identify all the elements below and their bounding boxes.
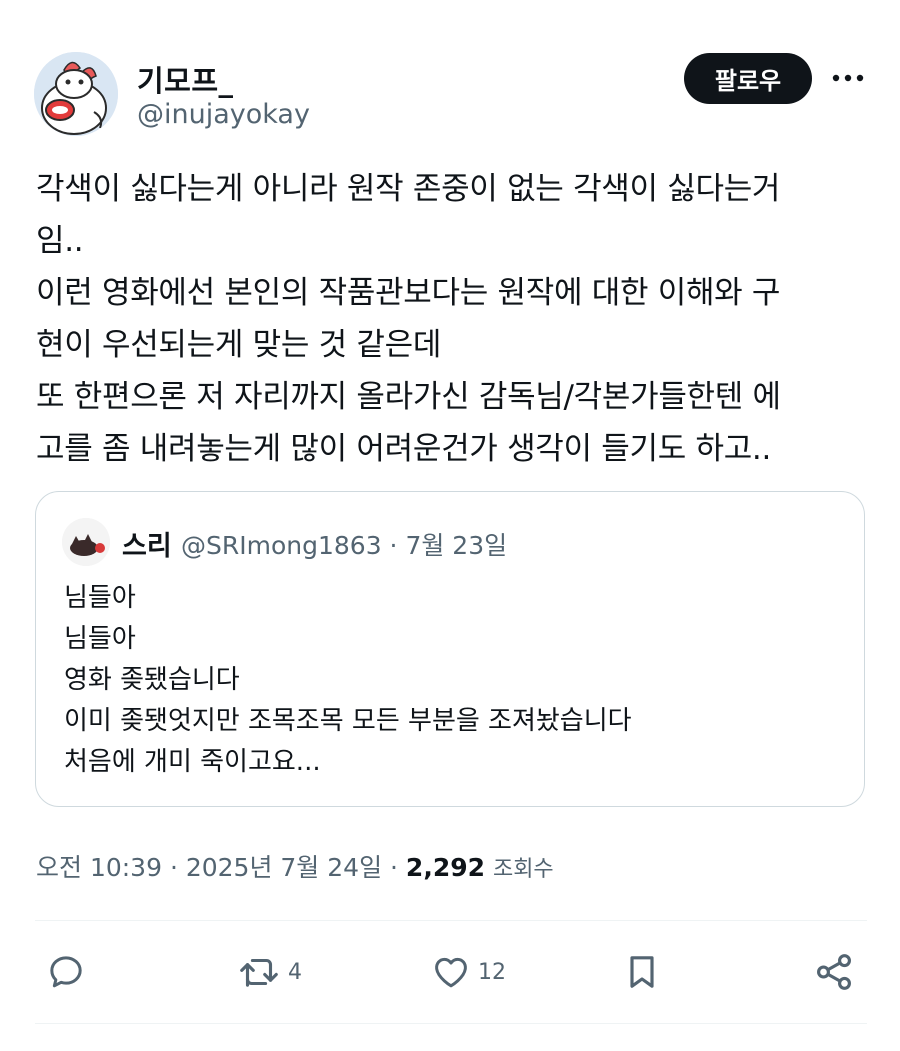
tweet-line: 임.. bbox=[36, 223, 84, 259]
retweet-button[interactable]: 4 bbox=[236, 950, 302, 994]
quoted-line: 처음에 개미 죽이고요... bbox=[64, 747, 321, 777]
tweet-line: 현이 우선되는게 맞는 것 같은데 bbox=[36, 327, 442, 363]
quoted-author-name[interactable]: 스리 bbox=[122, 524, 172, 563]
quoted-tweet-text: 님들아 님들아 영화 좆됐습니다 이미 좆됏엇지만 조목조목 모든 부분을 조져… bbox=[64, 578, 632, 783]
tweet-meta: 오전 10:39 · 2025년 7월 24일 · 2,292 조회수 bbox=[36, 848, 554, 884]
views-label: 조회수 bbox=[492, 857, 554, 882]
timestamp[interactable]: 오전 10:39 · 2025년 7월 24일 · bbox=[36, 853, 406, 882]
divider bbox=[35, 920, 867, 921]
cartoon-avatar-icon bbox=[34, 52, 118, 136]
retweet-count: 4 bbox=[288, 959, 302, 985]
quoted-line: 님들아 bbox=[64, 583, 136, 613]
tweet-line: 각색이 싫다는게 아니라 원작 존중이 없는 각색이 싫다는거 bbox=[36, 171, 781, 207]
author-avatar[interactable] bbox=[34, 52, 118, 136]
more-options-button[interactable] bbox=[830, 62, 866, 94]
bookmark-icon bbox=[630, 956, 654, 988]
author-handle[interactable]: @inujayokay bbox=[137, 99, 310, 130]
quoted-line: 님들아 bbox=[64, 624, 136, 654]
quoted-avatar-icon bbox=[62, 518, 110, 566]
like-count: 12 bbox=[478, 959, 506, 985]
author-display-name[interactable]: 기모프_ bbox=[137, 58, 234, 100]
quoted-avatar[interactable] bbox=[62, 518, 110, 566]
quoted-line: 이미 좆됏엇지만 조목조목 모든 부분을 조져놨습니다 bbox=[64, 706, 632, 736]
share-button[interactable] bbox=[812, 950, 856, 994]
tweet-line: 이런 영화에선 본인의 작품관보다는 원작에 대한 이해와 구 bbox=[36, 275, 781, 311]
more-horizontal-icon bbox=[832, 74, 864, 82]
tweet-text: 각색이 싫다는게 아니라 원작 존중이 없는 각색이 싫다는거 임.. 이런 영… bbox=[36, 163, 866, 475]
retweet-icon bbox=[240, 958, 278, 987]
quoted-handle-date[interactable]: @SRImong1863 · 7월 23일 bbox=[181, 526, 507, 562]
divider bbox=[35, 1023, 867, 1024]
like-button[interactable]: 12 bbox=[430, 950, 506, 994]
reply-button[interactable] bbox=[46, 950, 86, 994]
quoted-tweet-card[interactable]: 스리 @SRImong1863 · 7월 23일 님들아 님들아 영화 좆됐습니… bbox=[35, 491, 865, 807]
share-icon bbox=[817, 954, 851, 990]
heart-icon bbox=[435, 957, 467, 988]
reply-icon bbox=[50, 956, 82, 988]
views-count: 2,292 bbox=[405, 853, 485, 882]
tweet-line: 또 한편으론 저 자리까지 올라가신 감독님/각본가들한텐 에 bbox=[36, 379, 781, 415]
follow-button[interactable]: 팔로우 bbox=[684, 53, 812, 104]
bookmark-button[interactable] bbox=[622, 950, 662, 994]
tweet-line: 고를 좀 내려놓는게 많이 어려운건가 생각이 들기도 하고.. bbox=[36, 431, 772, 467]
quoted-line: 영화 좆됐습니다 bbox=[64, 665, 240, 695]
